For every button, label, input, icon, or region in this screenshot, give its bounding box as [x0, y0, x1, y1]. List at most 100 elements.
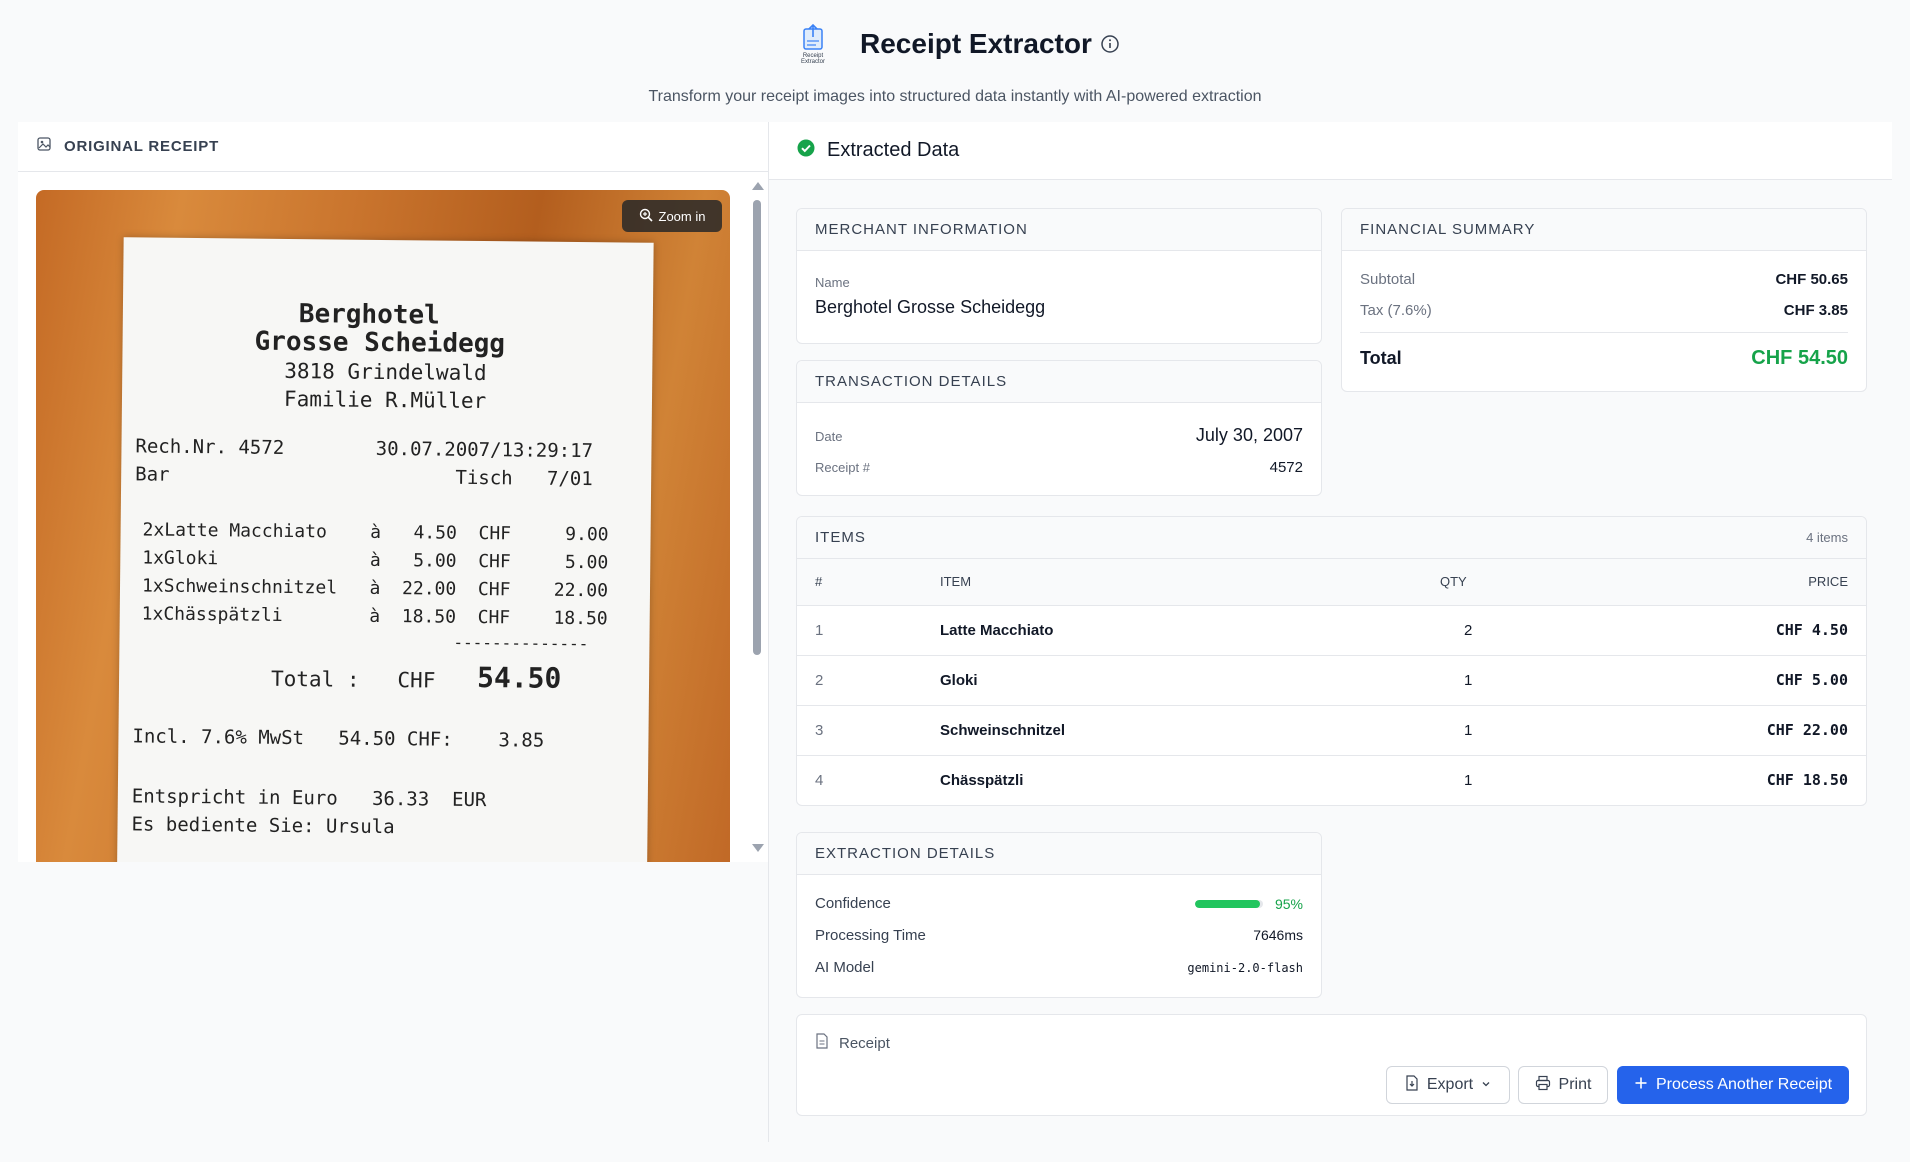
date-value: July 30, 2007 [1195, 425, 1303, 445]
original-receipt-header: ORIGINAL RECEIPT [18, 122, 768, 172]
extracted-data-header: Extracted Data [769, 122, 1892, 180]
receipt-line: 54.50 [476, 660, 562, 695]
receipt-line: 3818 Grindelwald [284, 358, 487, 386]
column-header-qty: QTY [1422, 559, 1572, 606]
print-button[interactable]: Print [1518, 1066, 1608, 1104]
scroll-down-icon[interactable] [752, 844, 764, 852]
receipt-line: 2xLatte Macchiato à 4.50 CHF 9.00 [142, 519, 609, 546]
actions-card: Receipt Export Print Process Another Rec… [796, 1014, 1867, 1116]
ai-model-value: gemini-2.0-flash [1187, 961, 1303, 975]
receipt-scrollbar[interactable] [748, 180, 768, 860]
receipt-line: Berghotel [298, 299, 440, 331]
item-price: CHF 22.00 [1572, 705, 1866, 756]
item-price: CHF 4.50 [1572, 605, 1866, 656]
document-type-label: Receipt [839, 1035, 890, 1052]
total-value: CHF 54.50 [1751, 347, 1848, 369]
scrollbar-thumb[interactable] [753, 200, 761, 655]
extracted-data-panel: Extracted Data MERCHANT INFORMATION Name… [768, 122, 1892, 1142]
item-price: CHF 5.00 [1572, 655, 1866, 706]
merchant-info-title: MERCHANT INFORMATION [815, 221, 1028, 238]
tax-label: Tax (7.6%) [1360, 302, 1432, 319]
processing-time-value: 7646ms [1253, 927, 1303, 943]
column-header-number: # [797, 559, 922, 606]
extraction-details-header: EXTRACTION DETAILS [797, 833, 1321, 875]
app-title: Receipt Extractor [860, 28, 1092, 59]
confidence-value: 95% [1274, 895, 1303, 912]
item-number: 2 [797, 655, 922, 706]
merchant-name: Berghotel Grosse Scheidegg [815, 297, 1046, 317]
logo-text-2: Extractor [801, 59, 825, 65]
table-row: 3 Schweinschnitzel 1 CHF 22.00 [797, 705, 1866, 756]
receipt-line: 1xSchweinschnitzel à 22.00 CHF 22.00 [141, 575, 609, 602]
item-name: Chässpätzli [940, 771, 1024, 789]
receipt-number-row: Receipt # 4572 [815, 459, 1303, 476]
subtotal-label: Subtotal [1360, 271, 1416, 288]
item-number: 1 [797, 605, 922, 656]
column-header-item: ITEM [922, 559, 1422, 606]
left-panel-below [18, 862, 768, 1162]
confidence-progress-fill [1194, 899, 1260, 908]
export-file-icon [1405, 1074, 1419, 1096]
receipt-line: Es bediente Sie: Ursula [131, 813, 395, 839]
receipt-line: Familie R.Müller [283, 386, 487, 414]
scroll-up-icon[interactable] [752, 182, 764, 190]
document-type: Receipt [815, 1033, 890, 1054]
receipt-line: Total : CHF [270, 666, 436, 693]
extracted-data-title: Extracted Data [827, 139, 960, 161]
subtotal-value: CHF 50.65 [1775, 271, 1848, 288]
image-icon [36, 136, 52, 157]
app-header: Receipt Extractor Receipt Extractor Tran… [0, 0, 1910, 120]
ai-model-label: AI Model [815, 959, 875, 976]
receipt-image: Berghotel Grosse Scheidegg 3818 Grindelw… [36, 190, 730, 890]
receipt-line: Entspricht in Euro 36.33 EUR [131, 785, 487, 812]
receipt-line: -------------- [453, 632, 589, 654]
item-name: Latte Macchiato [922, 605, 1422, 656]
item-qty: 1 [1422, 655, 1572, 706]
column-header-price: PRICE [1572, 559, 1866, 606]
document-icon [815, 1033, 829, 1054]
zoom-in-button[interactable]: Zoom in [622, 200, 722, 232]
item-number: 3 [797, 705, 922, 756]
tax-row: Tax (7.6%) CHF 3.85 [1360, 302, 1848, 319]
process-another-receipt-button[interactable]: Process Another Receipt [1617, 1066, 1849, 1104]
item-price: CHF 18.50 [1766, 771, 1848, 790]
receipt-line: Incl. 7.6% MwSt 54.50 CHF: 3.85 [132, 725, 545, 752]
financial-summary-card: FINANCIAL SUMMARY Subtotal CHF 50.65 Tax… [1341, 208, 1867, 392]
original-receipt-title: ORIGINAL RECEIPT [64, 138, 220, 155]
process-another-receipt-label: Process Another Receipt [1655, 1076, 1833, 1093]
receipt-number-value: 4572 [1269, 459, 1303, 476]
subtotal-row: Subtotal CHF 50.65 [1360, 271, 1848, 288]
items-table: # ITEM QTY PRICE 1 Latte Macchiato 2 CHF… [797, 559, 1866, 805]
receipt-line: Bar Tisch 7/01 [135, 463, 593, 491]
transaction-details-header: TRANSACTION DETAILS [797, 361, 1321, 403]
processing-time-label: Processing Time [815, 927, 926, 944]
total-row: Total CHF 54.50 [1360, 347, 1848, 370]
table-row: 1 Latte Macchiato 2 CHF 4.50 [797, 605, 1866, 656]
item-qty: 1 [1464, 771, 1473, 789]
table-row: 4 Chässpätzli 1 CHF 18.50 [797, 755, 1866, 805]
merchant-info-card: MERCHANT INFORMATION Name Berghotel Gros… [796, 208, 1322, 344]
tax-value: CHF 3.85 [1783, 302, 1848, 319]
merchant-name-label: Name [815, 275, 850, 290]
items-title: ITEMS [815, 529, 866, 546]
chevron-down-icon [1481, 1076, 1491, 1094]
confidence-label: Confidence [815, 895, 891, 912]
receipt-number-label: Receipt # [815, 460, 870, 475]
extraction-details-title: EXTRACTION DETAILS [815, 845, 996, 862]
extraction-details-card: EXTRACTION DETAILS Confidence 95% Proces… [796, 832, 1322, 998]
items-count: 4 items [1806, 530, 1848, 545]
total-label: Total [1360, 348, 1402, 368]
info-icon[interactable] [1100, 34, 1120, 54]
zoom-in-label: Zoom in [658, 208, 706, 224]
date-label: Date [815, 429, 843, 444]
export-button[interactable]: Export [1386, 1066, 1510, 1104]
items-card: ITEMS 4 items # ITEM QTY PRICE 1 Latte M… [796, 516, 1867, 806]
divider [1360, 332, 1848, 333]
financial-summary-title: FINANCIAL SUMMARY [1360, 221, 1536, 238]
transaction-details-card: TRANSACTION DETAILS Date July 30, 2007 R… [796, 360, 1322, 496]
receipt-line: Rech.Nr. 4572 30.07.2007/13:29:17 [135, 435, 594, 463]
receipt-line: 1xGloki à 5.00 CHF 5.00 [142, 547, 609, 574]
transaction-details-title: TRANSACTION DETAILS [815, 373, 1008, 390]
item-name: Gloki [922, 655, 1422, 706]
confidence-row: Confidence 95% [815, 895, 1303, 912]
